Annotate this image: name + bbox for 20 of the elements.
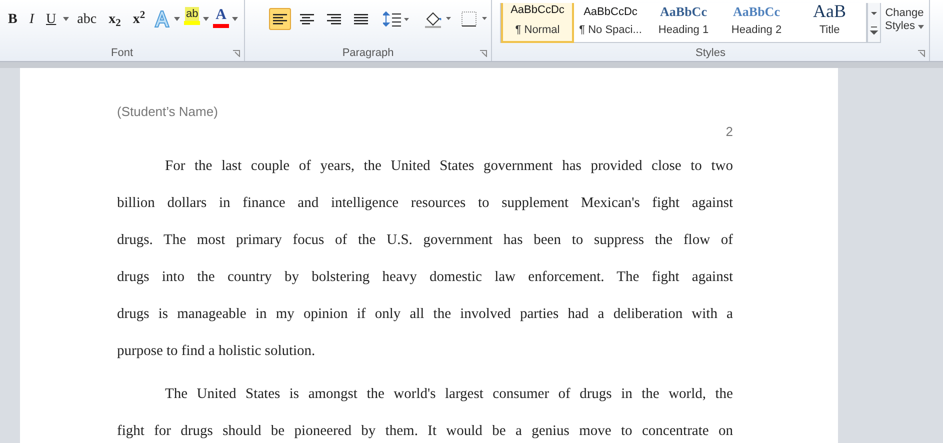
format-button[interactable]: B — [4, 9, 22, 29]
style-option[interactable]: AaBbCc Heading 2 — [720, 3, 793, 43]
format-button[interactable]: abc — [73, 9, 101, 29]
font-color-button[interactable]: A — [213, 7, 230, 31]
body-paragraph: The United States is amongst the world's largest consumer of drugs in the world, the fight for drugs should be pioneered by them. It would be a genius move to concentrate on — [117, 385, 733, 441]
group-label: Styles — [696, 46, 726, 61]
format-button[interactable]: U — [42, 9, 60, 29]
group-label: Paragraph — [342, 46, 394, 61]
format-button[interactable]: x$^{2}$ — [128, 9, 150, 29]
style-option[interactable]: AaB Title — [793, 3, 866, 43]
page-header: (Student’s Name) — [117, 103, 218, 120]
body-paragraph: For the last couple of years, the United States government has provided close to two billion dollars in finance and intelligence resources to supplement Mexican's fight against drugs. The most primary focus of the U.S. government has been to suppress the flow of drugs into the country by bolstering heavy domestic law enforcement. The fight against drugs is manageable in my opinion if only all the involved parties had a deliberation with a purpose to find a holistic solution. — [117, 157, 733, 361]
change-styles-button[interactable]: Change Styles — [885, 7, 924, 33]
format-button[interactable]: x$_{2}$ — [104, 9, 125, 29]
style-option[interactable]: AaBbCc Heading 1 — [647, 3, 720, 43]
style-option[interactable]: AaBbCcDc ¶ No Spaci... — [574, 3, 647, 43]
page-number: 2 — [726, 123, 733, 141]
group-label: Font — [110, 46, 133, 61]
style-option[interactable]: AaBbCcDc ¶ Normal — [501, 3, 574, 43]
format-button[interactable]: I — [25, 9, 38, 29]
